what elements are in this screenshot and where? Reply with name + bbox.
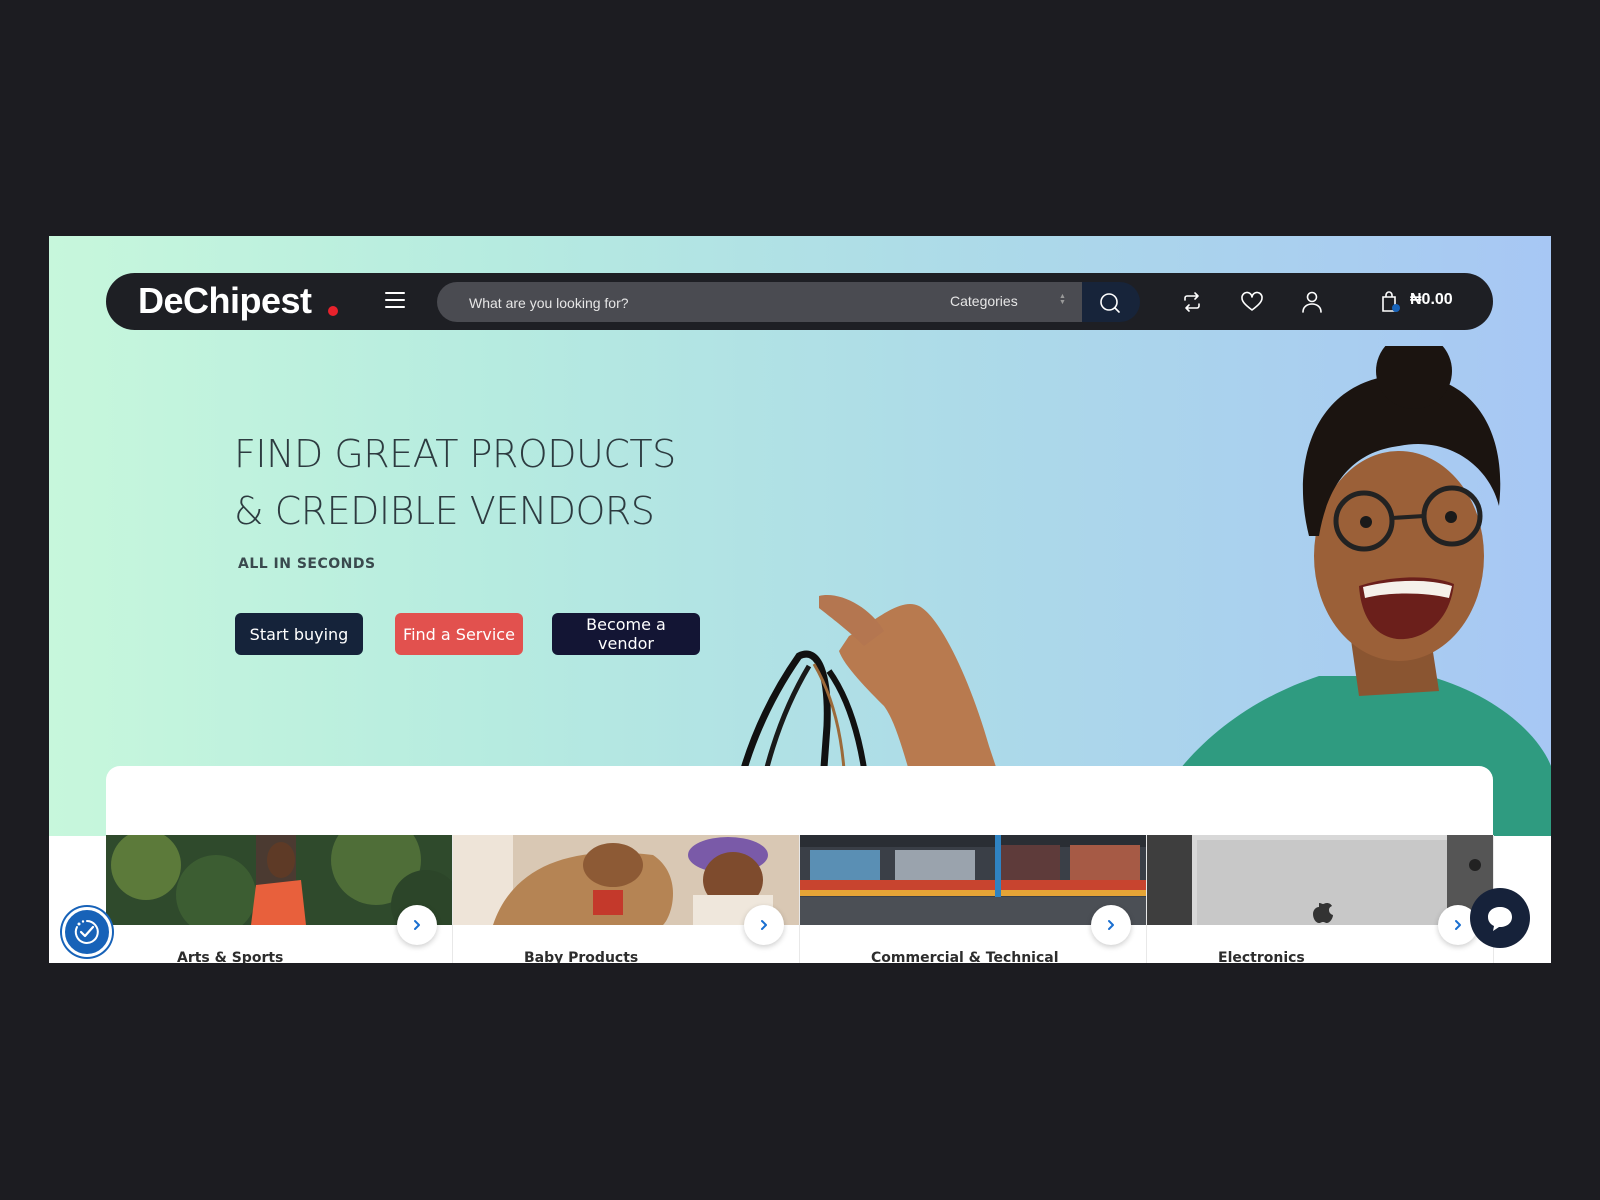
site-logo[interactable]: DeChipest [138, 281, 312, 321]
categories-select[interactable]: Categories ▲ ▼ [950, 282, 1082, 322]
hero-woman-image [725, 346, 1551, 836]
category-card-baby-products[interactable]: Baby Products [453, 835, 800, 963]
hero-subtitle: ALL IN SECONDS [238, 556, 376, 572]
category-card-electronics[interactable]: Electronics [1147, 835, 1494, 963]
hero-section: DeChipest Categories ▲▼ [49, 236, 1551, 836]
category-card-arts-sports[interactable]: Arts & Sports [106, 835, 453, 963]
shopping-bag-icon[interactable] [1378, 289, 1404, 315]
search-icon [1100, 293, 1120, 313]
arts-sports-image [106, 835, 452, 925]
chevron-right-icon [414, 920, 420, 930]
chat-button[interactable] [1470, 888, 1530, 948]
baby-products-image [453, 835, 799, 925]
cart-total[interactable]: ₦0.00 [1410, 291, 1453, 309]
chevron-right-icon [761, 920, 767, 930]
commercial-technical-image [800, 835, 1146, 925]
category-card-commercial-technical[interactable]: Commercial & Technical [800, 835, 1147, 963]
accessibility-button[interactable] [62, 907, 112, 957]
category-label: Baby Products [524, 950, 639, 963]
hero-title-line-1: FIND GREAT PRODUCTS [234, 432, 676, 476]
compare-icon[interactable] [1179, 289, 1205, 315]
user-account-icon[interactable] [1299, 289, 1325, 315]
category-cards: Arts & Sports Baby Products Commercial &… [106, 835, 1494, 963]
chevron-right-icon [1455, 920, 1461, 930]
website-viewport: DeChipest Categories ▲▼ [49, 236, 1551, 963]
commercial-technical-arrow-button[interactable] [1091, 905, 1131, 945]
hero-title-line-2: & CREDIBLE VENDORS [234, 489, 655, 533]
search-bar: Categories ▲▼ [437, 282, 1082, 322]
logo-dot [328, 306, 338, 316]
electronics-image [1147, 835, 1493, 925]
chat-bubble-icon [1488, 907, 1512, 931]
wishlist-heart-icon[interactable] [1239, 289, 1265, 315]
chevron-right-icon [1108, 920, 1114, 930]
hamburger-menu-icon[interactable] [385, 292, 405, 310]
categories-label: Categories [950, 293, 1018, 309]
hero-title: FIND GREAT PRODUCTS & CREDIBLE VENDORS [234, 426, 676, 540]
category-label: Commercial & Technical [871, 950, 1059, 963]
site-header: DeChipest Categories ▲▼ [106, 273, 1493, 330]
start-buying-button[interactable]: Start buying [235, 613, 363, 655]
search-button[interactable] [1082, 282, 1140, 322]
select-arrows-icon: ▲ ▼ [1059, 293, 1066, 306]
category-label: Electronics [1218, 950, 1305, 963]
search-input[interactable] [467, 292, 901, 314]
accessibility-check-icon [74, 920, 99, 944]
category-label: Arts & Sports [177, 950, 284, 963]
baby-products-arrow-button[interactable] [744, 905, 784, 945]
find-service-button[interactable]: Find a Service [395, 613, 523, 655]
arts-sports-arrow-button[interactable] [397, 905, 437, 945]
